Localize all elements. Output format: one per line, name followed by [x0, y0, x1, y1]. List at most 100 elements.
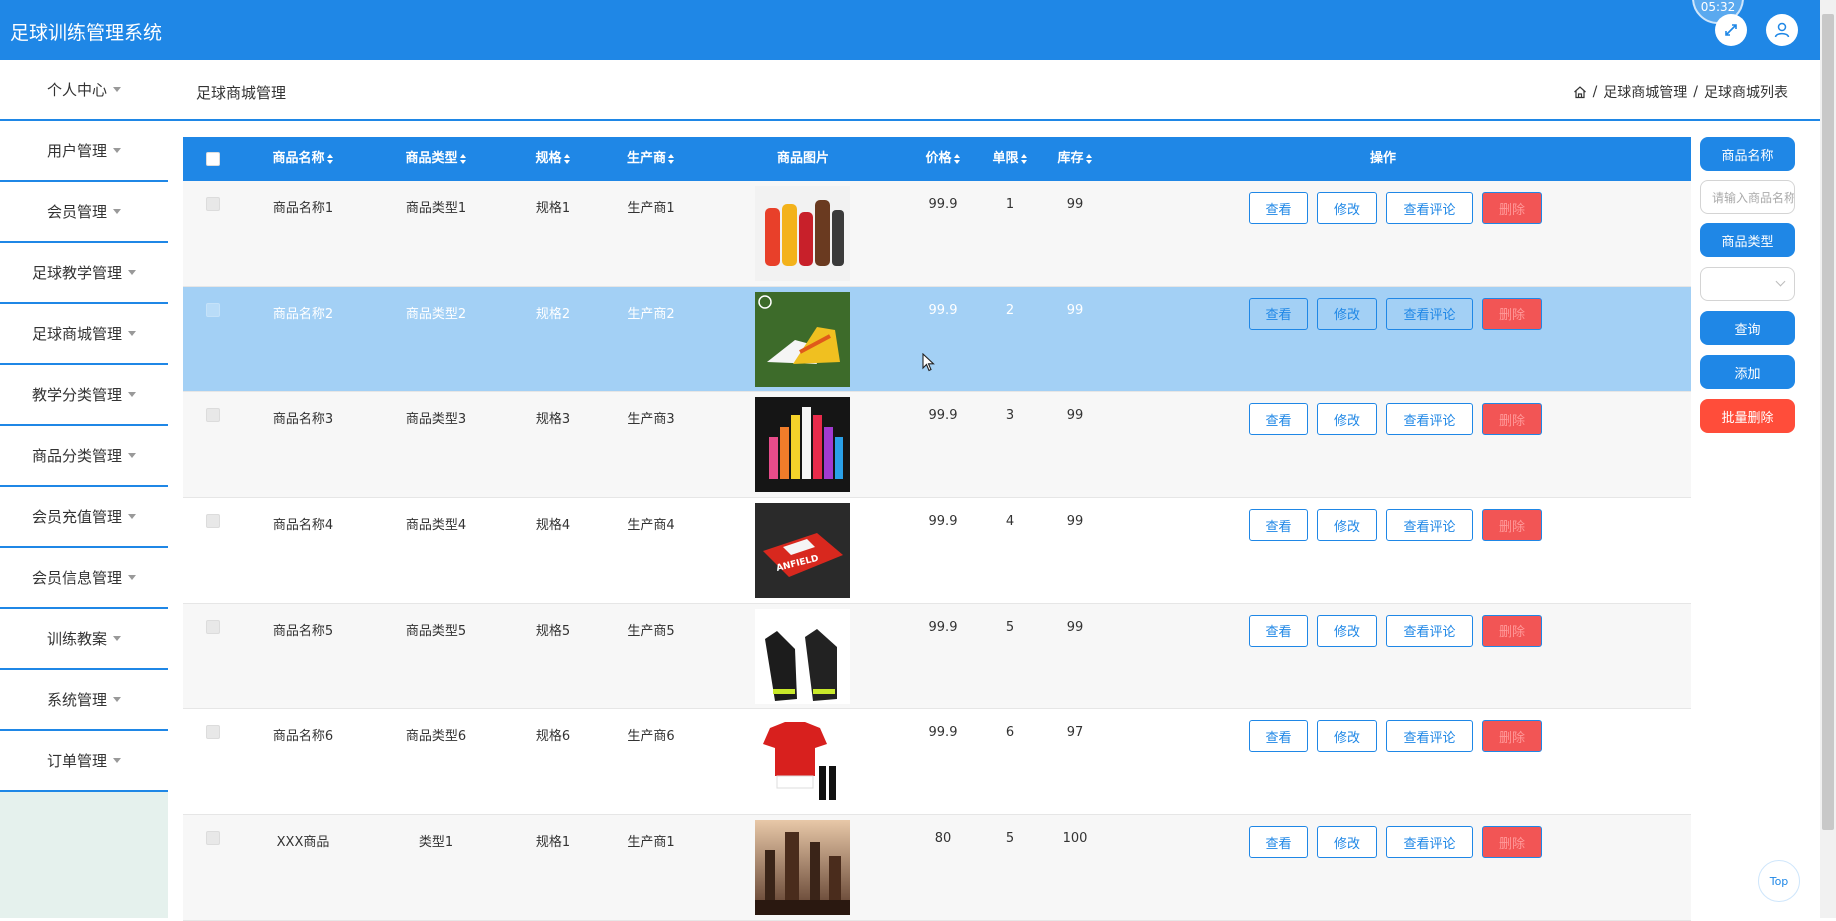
- delete-button[interactable]: 删除: [1482, 720, 1542, 753]
- view-button[interactable]: 查看: [1249, 826, 1308, 859]
- row-actions: 查看 修改 查看评论 删除: [1249, 403, 1542, 436]
- column-header-maker[interactable]: 生产商: [611, 137, 691, 181]
- table-row[interactable]: 商品名称6 商品类型6 规格6 生产商6 99.9 6 97 查看 修改 查看评…: [183, 709, 1691, 816]
- page-scrollbar[interactable]: [1820, 0, 1836, 918]
- sort-icon: [563, 153, 571, 164]
- sidebar-item-users[interactable]: 用户管理: [0, 121, 168, 182]
- row-checkbox[interactable]: [206, 197, 220, 211]
- view-comments-button[interactable]: 查看评论: [1386, 720, 1473, 753]
- caret-down-icon: [113, 148, 121, 153]
- row-checkbox[interactable]: [206, 514, 220, 529]
- product-image-gloves[interactable]: [755, 608, 850, 704]
- edit-button[interactable]: 修改: [1317, 297, 1377, 330]
- edit-button[interactable]: 修改: [1317, 826, 1377, 859]
- cell-name: 商品名称6: [272, 729, 334, 745]
- delete-button[interactable]: 删除: [1482, 297, 1542, 330]
- sidebar-item-training-plans[interactable]: 训练教案: [0, 609, 168, 670]
- cell-stock: 99: [1066, 302, 1084, 318]
- sidebar-item-teaching-category[interactable]: 教学分类管理: [0, 365, 168, 426]
- view-comments-button[interactable]: 查看评论: [1386, 826, 1473, 859]
- edit-button[interactable]: 修改: [1317, 403, 1377, 436]
- view-button[interactable]: 查看: [1249, 614, 1308, 647]
- sidebar-item-product-category[interactable]: 商品分类管理: [0, 426, 168, 487]
- select-all-checkbox[interactable]: [206, 152, 220, 166]
- row-actions: 查看 修改 查看评论 删除: [1249, 826, 1542, 859]
- cell-maker: 生产商3: [627, 412, 675, 428]
- view-comments-button[interactable]: 查看评论: [1386, 509, 1473, 542]
- product-image-drinks[interactable]: [755, 397, 850, 493]
- edit-button[interactable]: 修改: [1317, 614, 1377, 647]
- add-button[interactable]: 添加: [1700, 355, 1795, 389]
- sidebar-item-teaching[interactable]: 足球教学管理: [0, 243, 168, 304]
- edit-button[interactable]: 修改: [1317, 192, 1377, 224]
- home-icon[interactable]: [1573, 85, 1587, 99]
- table-row[interactable]: 商品名称2 商品类型2 规格2 生产商2 99.9 2 99 查看 修改 查看评…: [183, 286, 1691, 393]
- row-checkbox[interactable]: [206, 831, 220, 846]
- sort-icon: [326, 153, 334, 164]
- table-row[interactable]: 商品名称4 商品类型4 规格4 生产商4 ANFIELD 99.9 4 99 查…: [183, 498, 1691, 604]
- row-actions: 查看 修改 查看评论 删除: [1249, 509, 1542, 542]
- view-button[interactable]: 查看: [1249, 720, 1308, 753]
- back-to-top-button[interactable]: Top: [1758, 860, 1800, 902]
- product-image-jersey[interactable]: [755, 714, 850, 810]
- sidebar-item-orders[interactable]: 订单管理: [0, 731, 168, 792]
- view-button[interactable]: 查看: [1249, 297, 1308, 330]
- sidebar-item-members[interactable]: 会员管理: [0, 182, 168, 243]
- scrollbar-thumb[interactable]: [1822, 14, 1834, 830]
- view-button[interactable]: 查看: [1249, 509, 1308, 542]
- product-type-select[interactable]: [1700, 267, 1795, 301]
- sidebar-item-shop[interactable]: 足球商城管理: [0, 304, 168, 365]
- caret-down-icon: [128, 575, 136, 580]
- cell-name: XXX商品: [276, 835, 330, 851]
- column-header-name[interactable]: 商品名称: [253, 137, 353, 181]
- query-button[interactable]: 查询: [1700, 311, 1795, 345]
- sidebar-item-recharge[interactable]: 会员充值管理: [0, 487, 168, 548]
- delete-button[interactable]: 删除: [1482, 826, 1542, 859]
- row-actions: 查看 修改 查看评论 删除: [1249, 192, 1542, 224]
- column-header-limit[interactable]: 单限: [980, 137, 1040, 181]
- cell-spec: 规格3: [535, 412, 571, 428]
- row-checkbox[interactable]: [206, 302, 220, 317]
- row-checkbox[interactable]: [206, 619, 220, 634]
- cell-maker: 生产商4: [627, 518, 675, 534]
- sidebar-item-member-info[interactable]: 会员信息管理: [0, 548, 168, 609]
- delete-button[interactable]: 删除: [1482, 403, 1542, 436]
- cell-type: 商品类型1: [405, 201, 467, 216]
- product-image-city[interactable]: [755, 820, 850, 916]
- product-image-bottles[interactable]: [755, 186, 850, 281]
- table-row[interactable]: 商品名称3 商品类型3 规格3 生产商3 99.9 3 99 查看 修改 查看评…: [183, 392, 1691, 499]
- view-button[interactable]: 查看: [1249, 192, 1308, 224]
- sort-icon: [953, 153, 961, 164]
- row-checkbox[interactable]: [206, 408, 220, 423]
- column-header-stock[interactable]: 库存: [1045, 137, 1105, 181]
- view-comments-button[interactable]: 查看评论: [1386, 403, 1473, 436]
- breadcrumb-item[interactable]: 足球商城管理: [1603, 82, 1687, 102]
- edit-button[interactable]: 修改: [1317, 509, 1377, 542]
- page-title: 足球商城管理: [196, 84, 287, 102]
- table-row[interactable]: XXX商品 类型1 规格1 生产商1 80 5 100 查看 修改 查看评论 删…: [183, 815, 1691, 921]
- table-row[interactable]: 商品名称5 商品类型5 规格5 生产商5 99.9 5 99 查看 修改 查看评…: [183, 603, 1691, 710]
- view-button[interactable]: 查看: [1249, 403, 1308, 436]
- column-header-spec[interactable]: 规格: [523, 137, 583, 181]
- delete-button[interactable]: 删除: [1482, 509, 1542, 542]
- column-header-price[interactable]: 价格: [913, 137, 973, 181]
- view-comments-button[interactable]: 查看评论: [1386, 192, 1473, 224]
- view-comments-button[interactable]: 查看评论: [1386, 614, 1473, 647]
- product-image-anfield-box[interactable]: ANFIELD: [755, 503, 850, 599]
- view-comments-button[interactable]: 查看评论: [1386, 297, 1473, 330]
- cell-limit: 6: [1005, 725, 1015, 741]
- edit-button[interactable]: 修改: [1317, 720, 1377, 753]
- user-avatar-icon[interactable]: [1766, 14, 1798, 46]
- delete-button[interactable]: 删除: [1482, 192, 1542, 224]
- sidebar-item-system[interactable]: 系统管理: [0, 670, 168, 731]
- sidebar-item-personal-center[interactable]: 个人中心: [0, 60, 168, 121]
- delete-button[interactable]: 删除: [1482, 614, 1542, 647]
- product-image-boots[interactable]: [755, 291, 850, 387]
- fullscreen-icon[interactable]: [1715, 14, 1747, 46]
- table-row[interactable]: 商品名称1 商品类型1 规格1 生产商1 99.9 1 99 查看 修改 查看评…: [183, 181, 1691, 287]
- product-name-input[interactable]: 请输入商品名称: [1700, 180, 1795, 214]
- row-checkbox[interactable]: [206, 725, 220, 740]
- column-header-type[interactable]: 商品类型: [386, 137, 486, 181]
- cell-type: 类型1: [418, 835, 454, 851]
- batch-delete-button[interactable]: 批量删除: [1700, 399, 1795, 433]
